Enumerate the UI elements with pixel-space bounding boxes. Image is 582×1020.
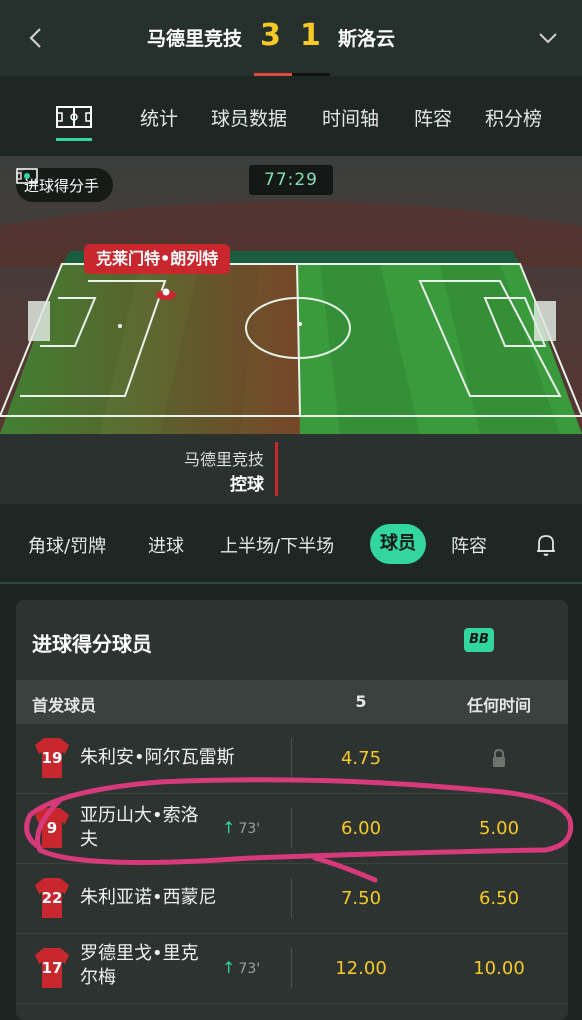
filter-goals[interactable]: 进球 [148,532,184,558]
col-player: 首发球员 [32,696,97,715]
player-name-line2: 夫 [80,829,98,850]
home-team-name: 马德里竞技 [146,28,242,50]
goal-scorer-chip[interactable]: 进球得分手 [16,168,114,202]
possession-label: 控球 [230,475,264,495]
arrow-up-icon: ↑ [222,958,236,977]
table-header: 首发球员 5 任何时间 [16,680,568,724]
table-row: 19 朱利安•阿尔瓦雷斯 4.75 [16,724,568,794]
possession-panel: 马德里竞技 控球 [0,434,582,504]
jersey-icon: 22 [34,876,70,920]
tab-stats[interactable]: 统计 [140,104,178,131]
divider [291,738,292,778]
table-row: 17 罗德里戈•里克 尔梅 ↑ 73' 12.00 10.00 [16,934,568,1004]
possession-marker [275,442,278,496]
filter-halves[interactable]: 上半场/下半场 [220,532,334,558]
player-name-line1: 亚历山大•索洛 [80,805,199,826]
col-anytime: 任何时间 [466,696,531,715]
tab-timeline[interactable]: 时间轴 [322,104,379,131]
odds-first[interactable]: 4.75 [316,748,406,769]
divider [291,878,292,918]
active-tab-indicator [56,138,92,141]
back-chevron-icon[interactable] [22,24,50,52]
jersey-icon: 9 [34,806,70,850]
player-name-line2: 尔梅 [80,967,116,988]
divider [291,808,292,848]
player-name: 罗德里戈•里克 尔梅 [80,942,199,990]
filter-players[interactable]: 球员 [370,524,426,564]
match-tabs: 统计 球员数据 时间轴 阵容 积分榜 [0,76,582,156]
away-score: 1 [300,18,321,53]
arrow-up-icon: ↑ [222,818,236,837]
odds-anytime[interactable]: 5.00 [454,818,544,839]
col-first: 5 [355,692,367,711]
tab-standings[interactable]: 积分榜 [485,104,542,131]
goalscorer-market-card: 进球得分球员 BB 首发球员 5 任何时间 19 朱利安•阿尔瓦雷斯 4.75 … [16,600,568,1020]
tab-player-data[interactable]: 球员数据 [211,104,287,131]
odds-anytime[interactable]: 10.00 [454,958,544,979]
player-name: 朱利亚诺•西蒙尼 [80,887,217,908]
odds-first[interactable]: 6.00 [316,818,406,839]
chevron-down-icon[interactable] [536,26,560,50]
sub-in-indicator: ↑ 73' [222,958,261,977]
player-name: 亚历山大•索洛 夫 [80,804,199,852]
bell-icon[interactable] [534,532,558,558]
mini-pitch-icon [16,168,38,184]
match-clock: 77:29 [248,164,334,196]
odds-first[interactable]: 7.50 [316,888,406,909]
pitch-icon[interactable] [56,106,92,128]
market-filters: 角球/罚牌 进球 上半场/下半场 球员 阵容 [0,504,582,584]
jersey-icon: 19 [34,736,70,780]
away-team-name: 斯洛云 [338,28,396,50]
filter-corners-cards[interactable]: 角球/罚牌 [28,532,106,558]
sub-in-indicator: ↑ 73' [222,818,261,837]
player-tag: 克莱门特•朗列特 [84,244,231,274]
jersey-icon: 17 [34,946,70,990]
lock-icon [493,748,505,767]
market-title: 进球得分球员 [32,632,152,656]
home-score: 3 [260,18,281,53]
odds-anytime[interactable]: 6.50 [454,888,544,909]
filter-lineup[interactable]: 阵容 [451,532,487,558]
player-name: 朱利安•阿尔瓦雷斯 [80,747,235,768]
player-name-line1: 罗德里戈•里克 [80,943,199,964]
live-pitch: 进球得分手 77:29 克莱门特•朗列特 [0,156,582,434]
odds-first[interactable]: 12.00 [316,958,406,979]
bet-builder-badge[interactable]: BB [464,628,494,652]
match-header: 马德里竞技 3 1 斯洛云 [0,0,582,76]
tab-lineup[interactable]: 阵容 [414,104,452,131]
table-row: 9 亚历山大•索洛 夫 ↑ 73' 6.00 5.00 [16,794,568,864]
divider [291,948,292,988]
table-row: 22 朱利亚诺•西蒙尼 7.50 6.50 [16,864,568,934]
possession-team: 马德里竞技 [183,450,264,469]
